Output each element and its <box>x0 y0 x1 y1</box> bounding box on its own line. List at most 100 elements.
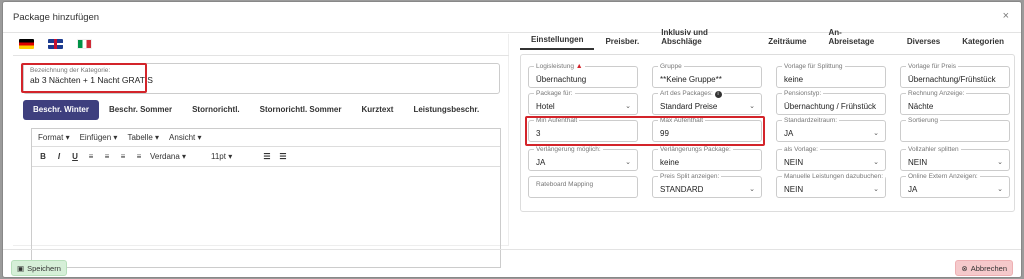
verlaengerungs-package-value: keine <box>660 158 680 167</box>
tab-stornorichtl-sommer[interactable]: Stornorichtl. Sommer <box>250 100 352 120</box>
manuelle-leistungen-select[interactable]: Manuelle Leistungen dazubuchen: NEIN ⌄ <box>776 173 886 198</box>
art-package-select[interactable]: Art des Packages: i Standard Preise ⌄ <box>652 90 762 115</box>
font-family-select[interactable]: Verdana ▾ <box>150 152 205 161</box>
cancel-icon: ⊗ <box>961 263 968 273</box>
vollzahler-splitten-select[interactable]: Vollzahler splitten NEIN ⌄ <box>900 146 1010 171</box>
tab-kategorien[interactable]: Kategorien <box>951 37 1015 50</box>
font-size-select[interactable]: 11pt ▾ <box>211 152 256 161</box>
logisleistung-value: Übernachtung <box>536 75 587 84</box>
menu-format[interactable]: Format ▾ <box>38 133 70 142</box>
modal-title: Package hinzufügen <box>13 11 100 23</box>
editor-menu: Format ▾ Einfügen ▾ Tabelle ▾ Ansicht ▾ <box>32 129 500 147</box>
category-name-label: Bezeichnung der Kategorie: <box>30 67 111 74</box>
als-vorlage-label: als Vorlage: <box>782 146 820 153</box>
gruppe-field[interactable]: Gruppe **Keine Gruppe** <box>652 63 762 88</box>
vorlage-preis-label: Vorlage für Preis <box>906 63 959 70</box>
verlaengerung-moeglich-select[interactable]: Verlängerung möglich: JA ⌄ <box>528 146 638 171</box>
close-icon[interactable]: × <box>1003 10 1009 22</box>
rich-text-editor: Format ▾ Einfügen ▾ Tabelle ▾ Ansicht ▾ … <box>31 128 501 268</box>
standardzeitraum-value: JA <box>784 129 794 138</box>
category-name-field[interactable]: Bezeichnung der Kategorie: ab 3 Nächten … <box>23 63 500 94</box>
rechnung-anzeige-field[interactable]: Rechnung Anzeige: Nächte <box>900 90 1010 115</box>
rateboard-mapping-label: Rateboard Mapping <box>536 181 594 188</box>
modal: Package hinzufügen × Bezeichnung der Kat… <box>2 1 1022 278</box>
tab-leistungsbeschr[interactable]: Leistungsbeschr. <box>403 100 489 120</box>
sortierung-label: Sortierung <box>906 117 940 124</box>
chevron-down-icon: ⌄ <box>749 186 755 193</box>
left-panel: Bezeichnung der Kategorie: ab 3 Nächten … <box>13 34 509 268</box>
chevron-down-icon: ⌄ <box>625 103 631 110</box>
online-extern-label: Online Extern Anzeigen: <box>906 173 980 180</box>
vollzahler-splitten-label: Vollzahler splitten <box>906 146 961 153</box>
de-flag-icon[interactable] <box>19 39 34 49</box>
als-vorlage-value: NEIN <box>784 158 804 167</box>
chevron-down-icon: ⌄ <box>873 186 879 193</box>
min-aufenthalt-field[interactable]: Min Aufenthalt 3 <box>528 117 638 142</box>
package-fuer-select[interactable]: Package für: Hotel ⌄ <box>528 90 638 115</box>
modal-footer: ▣ Speichern ⊗ Abbrechen <box>3 249 1021 278</box>
tab-preisber[interactable]: Preisber. <box>594 37 650 50</box>
save-button[interactable]: ▣ Speichern <box>11 260 67 276</box>
underline-icon[interactable]: U <box>70 152 80 161</box>
package-fuer-label: Package für: <box>534 90 575 97</box>
italic-icon[interactable]: I <box>54 152 64 161</box>
chevron-down-icon: ⌄ <box>873 130 879 137</box>
editor-toolbar: B I U ≡ ≡ ≡ ≡ Verdana ▾ 11pt ▾ ☰ ☰ <box>32 147 500 167</box>
it-flag-icon[interactable] <box>77 39 92 49</box>
divider <box>13 55 509 56</box>
als-vorlage-select[interactable]: als Vorlage: NEIN ⌄ <box>776 146 886 171</box>
logisleistung-field[interactable]: Logisleistung ▲ Übernachtung <box>528 63 638 88</box>
tab-kurztext[interactable]: Kurztext <box>351 100 403 120</box>
gruppe-value: **Keine Gruppe** <box>660 75 722 84</box>
min-aufenthalt-label: Min Aufenthalt <box>534 117 580 124</box>
tab-beschr-sommer[interactable]: Beschr. Sommer <box>99 100 182 120</box>
gruppe-label: Gruppe <box>658 63 684 70</box>
menu-einfuegen[interactable]: Einfügen ▾ <box>80 133 118 142</box>
description-tabs: Beschr. Winter Beschr. Sommer Stornorich… <box>23 100 489 120</box>
verlaengerung-moeglich-value: JA <box>536 158 546 167</box>
align-center-icon[interactable]: ≡ <box>102 152 112 161</box>
sortierung-field[interactable]: Sortierung <box>900 117 1010 142</box>
tab-inklusiv[interactable]: Inklusiv und Abschläge <box>650 28 757 50</box>
vorlage-preis-field[interactable]: Vorlage für Preis Übernachtung/Frühstück <box>900 63 1010 88</box>
info-icon: i <box>714 91 722 98</box>
standardzeitraum-select[interactable]: Standardzeitraum: JA ⌄ <box>776 117 886 142</box>
max-aufenthalt-value: 99 <box>660 129 669 138</box>
tab-an-abreisetage[interactable]: An-Abreisetage <box>817 28 895 50</box>
verlaengerungs-package-field[interactable]: Verlängerungs Package: keine <box>652 146 762 171</box>
preis-split-value: STANDARD <box>660 185 704 194</box>
align-left-icon[interactable]: ≡ <box>86 152 96 161</box>
manuelle-leistungen-label: Manuelle Leistungen dazubuchen: <box>782 173 886 180</box>
online-extern-select[interactable]: Online Extern Anzeigen: JA ⌄ <box>900 173 1010 198</box>
chevron-down-icon: ⌄ <box>873 159 879 166</box>
rateboard-mapping-field[interactable]: Rateboard Mapping <box>528 176 638 198</box>
align-right-icon[interactable]: ≡ <box>118 152 128 161</box>
menu-tabelle[interactable]: Tabelle ▾ <box>127 133 159 142</box>
tab-beschr-winter[interactable]: Beschr. Winter <box>23 100 99 120</box>
tab-zeitraeume[interactable]: Zeiträume <box>757 37 817 50</box>
bullet-list-icon[interactable]: ☰ <box>262 152 272 161</box>
chevron-down-icon: ⌄ <box>997 186 1003 193</box>
pensionstyp-label: Pensionstyp: <box>782 90 824 97</box>
category-name-value: ab 3 Nächten + 1 Nacht GRATIS <box>30 75 153 85</box>
bold-icon[interactable]: B <box>38 152 48 161</box>
numbered-list-icon[interactable]: ☰ <box>278 152 288 161</box>
max-aufenthalt-field[interactable]: Max Aufenthalt 99 <box>652 117 762 142</box>
art-package-label: Art des Packages: <box>660 90 713 97</box>
online-extern-value: JA <box>908 185 918 194</box>
save-label: Speichern <box>27 263 61 273</box>
pensionstyp-field[interactable]: Pensionstyp: Übernachtung / Frühstück <box>776 90 886 115</box>
min-aufenthalt-value: 3 <box>536 129 541 138</box>
vorlage-splittung-field[interactable]: Vorlage für Splittung keine <box>776 63 886 88</box>
gb-flag-icon[interactable] <box>48 39 63 49</box>
rechnung-anzeige-label: Rechnung Anzeige: <box>906 90 967 97</box>
vorlage-splittung-value: keine <box>784 75 804 84</box>
cancel-button[interactable]: ⊗ Abbrechen <box>955 260 1013 276</box>
tab-diverses[interactable]: Diverses <box>896 37 951 50</box>
menu-ansicht[interactable]: Ansicht ▾ <box>169 133 201 142</box>
preis-split-select[interactable]: Preis Split anzeigen: STANDARD ⌄ <box>652 173 762 198</box>
align-justify-icon[interactable]: ≡ <box>134 152 144 161</box>
standardzeitraum-label: Standardzeitraum: <box>782 117 840 124</box>
tab-stornorichtl[interactable]: Stornorichtl. <box>182 100 250 120</box>
tab-einstellungen[interactable]: Einstellungen <box>520 35 595 50</box>
